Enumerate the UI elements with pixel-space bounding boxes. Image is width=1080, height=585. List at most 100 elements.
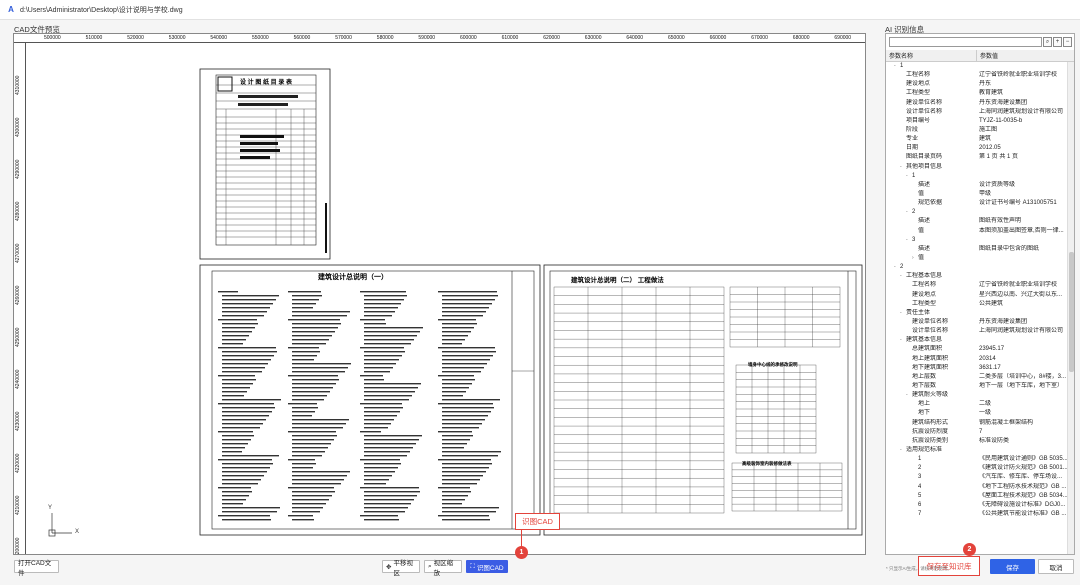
ai-row[interactable]: 值 本图须加盖出图签章,否则一律... (886, 227, 1068, 236)
ai-search-input[interactable] (889, 37, 1042, 47)
ai-row[interactable]: 建设单位名称 丹东资海建设集团 (886, 318, 1068, 327)
text-line (218, 375, 255, 377)
ai-row[interactable]: 描述 图纸有效性声明 (886, 217, 1068, 226)
ai-row[interactable]: 7 《公共建筑节能设计标准》GB ... (886, 510, 1068, 519)
text-line (364, 419, 394, 421)
ai-row[interactable]: - 建筑耐火等级 (886, 391, 1068, 400)
text-line (364, 303, 401, 305)
expand-all-icon[interactable]: + (1053, 37, 1062, 47)
text-line (222, 379, 256, 381)
ai-row[interactable]: 建设地点 星兴西边以南、兴辽大街以东... (886, 291, 1068, 300)
text-line (218, 291, 238, 293)
ai-scrollbar-thumb[interactable] (1069, 252, 1074, 372)
text-line (292, 491, 335, 493)
ai-scrollbar[interactable] (1067, 62, 1074, 554)
text-line (442, 511, 496, 513)
ai-row-label: 4 (918, 483, 922, 490)
ai-row[interactable]: 阶段 施工图 (886, 126, 1068, 135)
text-line (364, 407, 403, 409)
ai-row[interactable]: -3 (886, 236, 1068, 245)
ai-row-name: - 适用规范标准 (886, 446, 977, 455)
ai-row-label: 1 (900, 63, 904, 70)
ai-row[interactable]: -1 (886, 172, 1068, 181)
ai-row[interactable]: 日期 2012.05 (886, 144, 1068, 153)
ai-row[interactable]: 总建筑面积 23945.17 (886, 345, 1068, 354)
text-line (222, 339, 246, 341)
ai-row-label: 6 (918, 501, 922, 508)
ai-row[interactable]: 地下 一级 (886, 409, 1068, 418)
text-line (364, 399, 409, 401)
text-line (360, 375, 383, 377)
ai-row[interactable]: 地下建筑面积 3631.17 (886, 364, 1068, 373)
ai-row[interactable]: 建设地点 丹东 (886, 80, 1068, 89)
ai-row[interactable]: - 适用规范标准 (886, 446, 1068, 455)
drawing-area[interactable]: 建筑设计总说明（一） 建筑设计总说明（二） 工程做法 设 计 图 纸 目 录 表… (26, 43, 865, 554)
ai-row-label: 建设单位名称 (912, 319, 949, 325)
ai-row[interactable]: - 其他项目信息 (886, 163, 1068, 172)
ai-row-value: 7 (979, 428, 983, 435)
ruler-left-label: 4310000 (15, 75, 21, 95)
ai-row[interactable]: 工程类型 公共建筑 (886, 300, 1068, 309)
ai-row[interactable]: 设计单位名称 上海同润建筑规划设计有限公司 (886, 327, 1068, 336)
text-line (360, 431, 381, 433)
ai-row[interactable]: 地上层数 二类多层（培训中心，8#楼，3... (886, 373, 1068, 382)
ai-row[interactable]: - 责任主体 (886, 309, 1068, 318)
ai-row-name: 工程名称 (886, 71, 977, 80)
ai-row[interactable]: - 工程基本信息 (886, 272, 1068, 281)
ai-row[interactable]: -1 (886, 62, 1068, 71)
ai-row[interactable]: 2 《建筑设计防火规范》GB 5001... (886, 464, 1068, 473)
ai-row-name: - 建筑耐火等级 (886, 391, 977, 400)
ai-row[interactable]: 建筑结构形式 钢筋混凝土框架结构 (886, 418, 1068, 427)
ai-row[interactable]: 工程名称 辽宁省铁岭就业职业培训学校 (886, 71, 1068, 80)
ai-row[interactable]: 值 甲级 (886, 190, 1068, 199)
ai-row[interactable]: 1 《民用建筑设计通则》GB 5035... (886, 455, 1068, 464)
ai-row[interactable]: 设计单位名称 上海同润建筑规划设计有限公司 (886, 108, 1068, 117)
text-line (222, 451, 242, 453)
pan-view-button[interactable]: ✥ 平移视区 (382, 560, 420, 577)
ai-row[interactable]: 地下层数 地下一层（地下车库，地下室） (886, 382, 1068, 391)
ai-row-value: 《无障碍设施设计标准》DGJ0... (979, 501, 1066, 508)
ai-row[interactable]: 5 《屋面工程技术规范》GB 5034... (886, 492, 1068, 501)
ai-row[interactable]: 抗震设防烈度 7 (886, 428, 1068, 437)
ai-row[interactable]: -2 (886, 263, 1068, 272)
text-line (222, 399, 281, 401)
open-cad-button[interactable]: 打开CAD文件 (14, 560, 59, 577)
text-line (292, 379, 339, 381)
ai-row[interactable]: 地上建筑面积 20314 (886, 355, 1068, 364)
ai-row-name: 描述 (886, 181, 977, 190)
text-line (442, 427, 479, 429)
ai-row[interactable]: 抗震设防类别 标准设防类 (886, 437, 1068, 446)
ai-row[interactable]: 专业 建筑 (886, 135, 1068, 144)
ai-row[interactable]: 3 《汽车库、修车库、停车场设... (886, 473, 1068, 482)
ai-row[interactable]: - 建筑基本信息 (886, 336, 1068, 345)
ai-row[interactable]: 描述 图纸目录中包含的图纸 (886, 245, 1068, 254)
ai-row[interactable]: 描述 设计资质等级 (886, 181, 1068, 190)
cancel-button[interactable]: 取消 (1038, 559, 1074, 574)
ai-row[interactable]: 项目编号 TYJZ-11-0035-b (886, 117, 1068, 126)
identify-cad-button[interactable]: ⛶ 识图CAD (466, 560, 508, 573)
ai-row-name: 地下 (886, 409, 977, 418)
ai-row[interactable]: 4 《地下工程防水技术规范》GB ... (886, 482, 1068, 491)
text-line (222, 387, 250, 389)
ai-row[interactable]: 工程类型 教育建筑 (886, 89, 1068, 98)
sheet-title-2: 建筑设计总说明（二） 工程做法 (571, 277, 664, 284)
ai-row[interactable]: 图纸目录页码 第 1 页 共 1 页 (886, 153, 1068, 162)
zoom-view-button[interactable]: ⌕ 视区缩放 (424, 560, 462, 577)
ai-row[interactable]: 地上 二级 (886, 400, 1068, 409)
ai-row[interactable]: 6 《无障碍设施设计标准》DGJ0... (886, 501, 1068, 510)
ai-row-value: 辽宁省铁岭就业职业培训学校 (979, 282, 1058, 289)
ai-row-label: 1 (912, 172, 916, 179)
ai-row-label: 2 (918, 465, 922, 472)
save-button[interactable]: 保存 (990, 559, 1035, 574)
search-icon[interactable]: ⌕ (1043, 37, 1052, 47)
ai-row-value: 施工图 (979, 127, 998, 134)
ai-row[interactable]: 规范依据 设计证书号编号 A131005751 (886, 199, 1068, 208)
ai-row[interactable]: 建设单位名称 丹东资海建设集团 (886, 99, 1068, 108)
ai-row[interactable]: -2 (886, 208, 1068, 217)
ai-row-name: 设计单位名称 (886, 108, 977, 117)
cad-preview-canvas[interactable]: 500000 510000 520000 530000 540000 550000 5600… (13, 33, 866, 555)
ai-row[interactable]: 工程名称 辽宁省铁岭就业职业培训学校 (886, 281, 1068, 290)
text-line (288, 459, 315, 461)
collapse-all-icon[interactable]: − (1063, 37, 1072, 47)
ai-row[interactable]: › 值 (886, 254, 1068, 263)
